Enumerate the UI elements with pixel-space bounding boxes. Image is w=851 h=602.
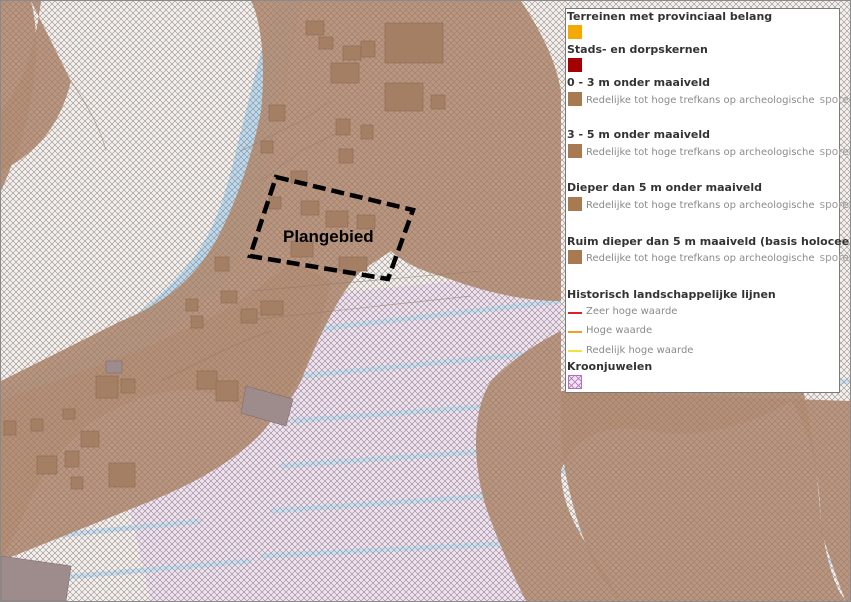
legend-provinciaal-title: Terreinen met provinciaal belang [567,10,773,23]
legend-zone2-desc-text: Redelijke tot hoge trefkans op archeolog… [586,147,815,158]
legend-stads-swatch [568,58,582,72]
legend-zone3-title: Dieper dan 5 m onder maaiveld [567,181,763,194]
legend-zone3-suffix: sporen [819,199,850,211]
legend-zone4-suffix: sporen [819,252,850,264]
legend-zone2-title: 3 - 5 m onder maaiveld [567,128,710,141]
legend-zone1-swatch [568,92,582,106]
legend-stads-title: Stads- en dorpskernen [567,43,708,56]
map-legend: Terreinen met provinciaal belang Stads- … [565,8,850,393]
legend-zone2-swatch [568,144,582,158]
legend-zone4-swatch [568,250,582,264]
legend-zone4-desc: Redelijke tot hoge trefkans op archeolog… [586,252,850,264]
legend-kroonjuwelen-swatch [568,375,582,389]
legend-zone1-suffix: sporen [819,94,850,106]
legend-zone3-desc: Redelijke tot hoge trefkans op archeolog… [586,199,850,211]
legend-zone2-desc: Redelijke tot hoge trefkans op archeolog… [586,146,850,158]
legend-zone3-swatch [568,197,582,211]
plangebied-label: Plangebied [283,227,374,246]
legend-line-yellow [568,350,582,352]
legend-line-orange [568,331,582,333]
legend-zone2-suffix: sporen [819,146,850,158]
legend-zone4-title: Ruim dieper dan 5 m maaiveld (basis holo… [567,235,850,248]
legend-zone1-desc: Redelijke tot hoge trefkans op archeolog… [586,94,850,106]
legend-zone1-title: 0 - 3 m onder maaiveld [567,76,710,89]
legend-zone1-desc-text: Redelijke tot hoge trefkans op archeolog… [586,95,815,106]
legend-line-red-label: Zeer hoge waarde [586,306,678,317]
legend-kroonjuwelen-title: Kroonjuwelen [567,360,653,373]
legend-zone4-desc-text: Redelijke tot hoge trefkans op archeolog… [586,253,815,264]
legend-line-red [568,312,582,314]
legend-provinciaal-swatch [568,25,582,39]
legend-zone3-desc-text: Redelijke tot hoge trefkans op archeolog… [586,200,815,211]
map-frame: Plangebied Terreinen met provinciaal bel… [0,0,851,602]
legend-line-yellow-label: Redelijk hoge waarde [586,345,694,356]
legend-lijnen-title: Historisch landschappelijke lijnen [567,288,776,301]
legend-line-orange-label: Hoge waarde [586,325,653,336]
